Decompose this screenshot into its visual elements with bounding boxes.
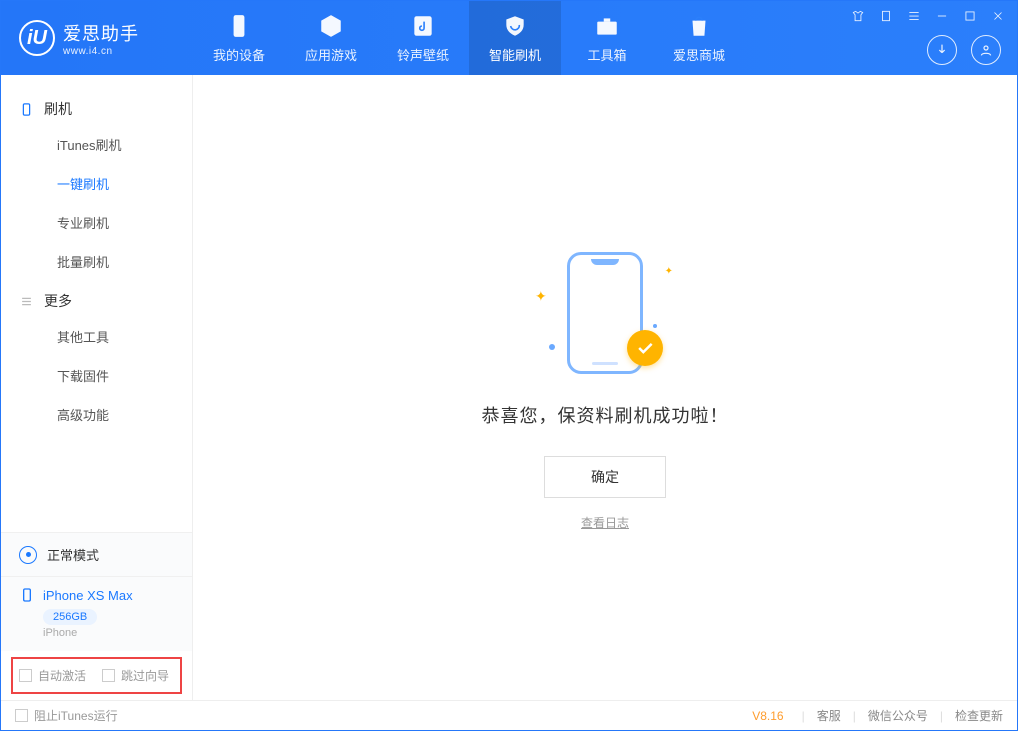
device-mode-label: 正常模式: [47, 545, 99, 564]
account-button[interactable]: [971, 35, 1001, 65]
app-subtitle: www.i4.cn: [63, 46, 139, 57]
main-content: ✦ ✦ 恭喜您，保资料刷机成功啦！ 确定 查看日志: [193, 75, 1017, 700]
checkbox-auto-activate[interactable]: 自动激活: [19, 667, 86, 684]
checkbox-label: 自动激活: [38, 667, 86, 684]
app-body: 刷机 iTunes刷机 一键刷机 专业刷机 批量刷机 更多 其他工具 下载固件 …: [1, 75, 1017, 700]
sparkle-icon: ✦: [665, 266, 673, 277]
nav-smart-flash[interactable]: 智能刷机: [469, 1, 561, 75]
tshirt-icon[interactable]: [849, 7, 867, 25]
checkbox-label: 跳过向导: [121, 667, 169, 684]
file-icon[interactable]: [877, 7, 895, 25]
nav-my-device[interactable]: 我的设备: [193, 1, 285, 75]
phone-small-icon: [19, 587, 35, 603]
status-bar: 阻止iTunes运行 V8.16 | 客服 | 微信公众号 | 检查更新: [1, 700, 1017, 730]
version-label: V8.16: [752, 709, 783, 723]
list-icon: [19, 294, 34, 309]
check-update-link[interactable]: 检查更新: [955, 707, 1003, 724]
logo-icon: iU: [19, 20, 55, 56]
sidebar-item-oneclick-flash[interactable]: 一键刷机: [1, 164, 192, 203]
nav-toolbox[interactable]: 工具箱: [561, 1, 653, 75]
sparkle-icon: ✦: [535, 288, 547, 305]
phone-icon: [226, 13, 252, 39]
sidebar-item-batch-flash[interactable]: 批量刷机: [1, 242, 192, 281]
nav-label: 智能刷机: [489, 45, 541, 64]
download-button[interactable]: [927, 35, 957, 65]
storage-badge: 256GB: [43, 609, 97, 625]
ok-button[interactable]: 确定: [544, 456, 666, 498]
device-type: iPhone: [43, 627, 174, 639]
app-header: iU 爱思助手 www.i4.cn 我的设备 应用游戏 铃声壁纸 智能刷机 工具…: [1, 1, 1017, 75]
success-message: 恭喜您，保资料刷机成功啦！: [482, 402, 729, 428]
wechat-link[interactable]: 微信公众号: [868, 707, 928, 724]
menu-icon[interactable]: [905, 7, 923, 25]
device-info[interactable]: iPhone XS Max 256GB iPhone: [1, 577, 192, 651]
logo-text: 爱思助手 www.i4.cn: [63, 20, 139, 57]
sidebar-item-advanced[interactable]: 高级功能: [1, 395, 192, 434]
checkbox-block-itunes[interactable]: 阻止iTunes运行: [15, 707, 118, 724]
sidebar-group-label: 更多: [44, 291, 72, 311]
close-icon[interactable]: [989, 7, 1007, 25]
checkbox-label: 阻止iTunes运行: [34, 707, 118, 724]
sidebar-group-label: 刷机: [44, 99, 72, 119]
flash-options-highlighted: 自动激活 跳过向导: [11, 657, 182, 694]
nav-store[interactable]: 爱思商城: [653, 1, 745, 75]
maximize-icon[interactable]: [961, 7, 979, 25]
separator: |: [802, 709, 805, 723]
app-title: 爱思助手: [63, 20, 139, 46]
nav-label: 铃声壁纸: [397, 45, 449, 64]
shopping-bag-icon: [686, 13, 712, 39]
refresh-shield-icon: [502, 13, 528, 39]
app-logo: iU 爱思助手 www.i4.cn: [1, 20, 193, 57]
view-log-link[interactable]: 查看日志: [581, 514, 629, 531]
window-controls: [849, 7, 1007, 25]
top-nav: 我的设备 应用游戏 铃声壁纸 智能刷机 工具箱 爱思商城: [193, 1, 745, 75]
sidebar-item-itunes-flash[interactable]: iTunes刷机: [1, 125, 192, 164]
separator: |: [940, 709, 943, 723]
header-action-buttons: [927, 35, 1001, 65]
check-badge-icon: [627, 330, 663, 366]
dot-icon: [653, 324, 657, 328]
nav-label: 工具箱: [587, 45, 626, 64]
footer-right: V8.16 | 客服 | 微信公众号 | 检查更新: [752, 707, 1003, 724]
sidebar-item-other-tools[interactable]: 其他工具: [1, 317, 192, 356]
checkbox-icon: [102, 669, 115, 682]
nav-label: 爱思商城: [673, 45, 725, 64]
checkbox-icon: [19, 669, 32, 682]
nav-label: 应用游戏: [305, 45, 357, 64]
support-link[interactable]: 客服: [817, 707, 841, 724]
nav-apps-games[interactable]: 应用游戏: [285, 1, 377, 75]
briefcase-icon: [594, 13, 620, 39]
cube-icon: [318, 13, 344, 39]
nav-label: 我的设备: [213, 45, 265, 64]
separator: |: [853, 709, 856, 723]
device-panel: 正常模式 iPhone XS Max 256GB iPhone: [1, 532, 192, 651]
device-small-icon: [19, 102, 34, 117]
nav-ringtones-wallpapers[interactable]: 铃声壁纸: [377, 1, 469, 75]
sidebar-group-flash: 刷机: [1, 89, 192, 125]
dot-icon: [549, 344, 555, 350]
device-name: iPhone XS Max: [43, 588, 133, 603]
sidebar-item-download-firmware[interactable]: 下载固件: [1, 356, 192, 395]
sidebar: 刷机 iTunes刷机 一键刷机 专业刷机 批量刷机 更多 其他工具 下载固件 …: [1, 75, 193, 700]
music-note-icon: [410, 13, 436, 39]
success-illustration: ✦ ✦: [535, 244, 675, 384]
sidebar-item-pro-flash[interactable]: 专业刷机: [1, 203, 192, 242]
sidebar-group-more: 更多: [1, 281, 192, 317]
checkbox-skip-guide[interactable]: 跳过向导: [102, 667, 169, 684]
normal-mode-icon: [19, 546, 37, 564]
checkbox-icon: [15, 709, 28, 722]
minimize-icon[interactable]: [933, 7, 951, 25]
device-mode-row[interactable]: 正常模式: [1, 533, 192, 577]
